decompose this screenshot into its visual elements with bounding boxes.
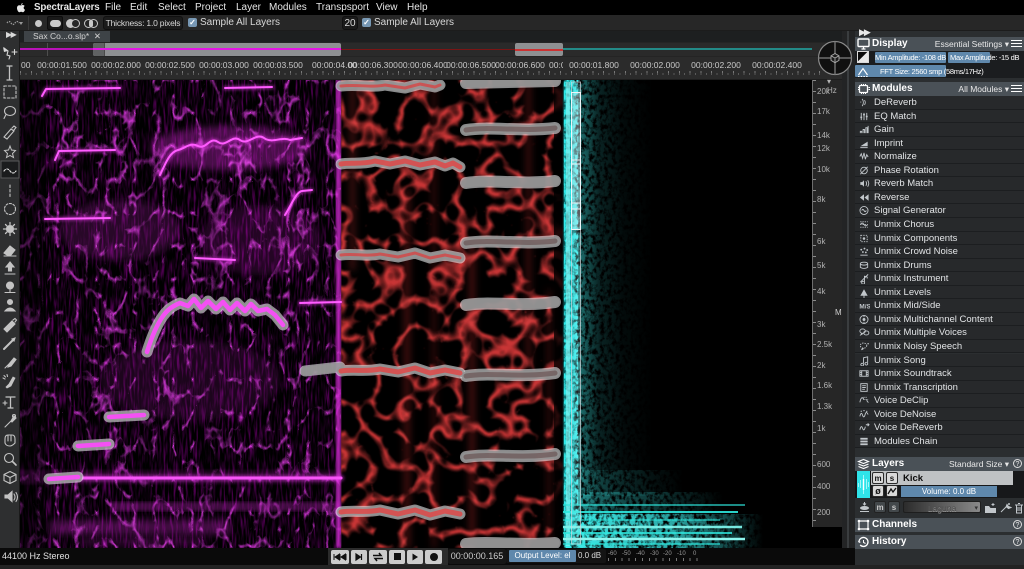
svg-text:M/S: M/S — [859, 304, 870, 311]
